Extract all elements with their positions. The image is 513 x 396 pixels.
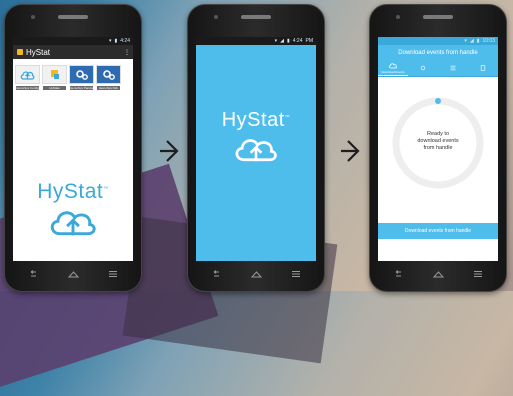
arrow-right-icon xyxy=(341,140,360,162)
wifi-icon: ▾ xyxy=(274,38,278,44)
phone-speaker xyxy=(423,15,453,19)
logo-trademark: ™ xyxy=(284,114,291,121)
hystat-logo: HyStat™ xyxy=(13,180,133,244)
splash-screen: ▾ ◢ ▮ 4:24 PM HyStat™ xyxy=(196,37,316,261)
gears-icon xyxy=(69,65,94,84)
tile-label: HemoSys Config xyxy=(16,86,39,90)
splash-logo: HyStat™ xyxy=(196,109,316,170)
home-button[interactable] xyxy=(429,268,447,280)
gear-icon xyxy=(420,65,426,71)
status-bar: ▾ ◢ ▮ 4:24 PM xyxy=(196,37,316,45)
phone-speaker xyxy=(58,15,88,19)
menu-button[interactable] xyxy=(287,268,305,280)
back-button[interactable] xyxy=(24,268,42,280)
phone-download-screen: ▾ ◢ ▮ 10:03 Download events from handle … xyxy=(369,4,507,292)
app-icon xyxy=(17,49,23,55)
action-bar: HyStat ⋮ xyxy=(13,45,133,59)
tile-hemosys-d2l[interactable]: HemoSys D2L xyxy=(96,65,121,90)
battery-icon: ▮ xyxy=(476,38,480,44)
wifi-icon: ▾ xyxy=(464,38,467,44)
tile-label: HyStats xyxy=(43,86,66,90)
cloud-upload-icon xyxy=(235,139,277,162)
wifi-icon: ▾ xyxy=(108,38,112,44)
nav-bar xyxy=(196,265,316,283)
nav-bar xyxy=(13,265,133,283)
status-time: 4:24 xyxy=(292,38,303,44)
info-icon xyxy=(480,65,486,71)
phone-speaker xyxy=(241,15,271,19)
logo-trademark: ™ xyxy=(103,186,109,192)
download-screen: ▾ ◢ ▮ 10:03 Download events from handle … xyxy=(378,37,498,261)
page-title: Download events from handle xyxy=(378,45,498,61)
menu-button[interactable] xyxy=(469,268,487,280)
arrow-right-icon xyxy=(160,140,179,162)
app-title: HyStat xyxy=(26,47,51,57)
home-screen: ▾ ▮ 4:24 HyStat ⋮ HemoSys Config HyStats… xyxy=(13,37,133,261)
tile-label: HemoSys D2L xyxy=(97,86,120,90)
hystat-square-icon xyxy=(42,65,67,84)
status-time: 4:24 xyxy=(120,38,130,44)
status-time: 10:03 xyxy=(482,38,495,44)
tab-4[interactable] xyxy=(468,61,498,76)
progress-status: Ready to download events from handle xyxy=(378,131,498,152)
cloud-download-icon xyxy=(389,62,397,68)
back-button[interactable] xyxy=(389,268,407,280)
phone-camera xyxy=(396,15,400,19)
home-button[interactable] xyxy=(64,268,82,280)
status-bar: ▾ ◢ ▮ 10:03 xyxy=(378,37,498,45)
tab-2[interactable] xyxy=(408,61,438,76)
battery-icon: ▮ xyxy=(287,38,290,44)
nav-bar xyxy=(378,265,498,283)
cloud-upload-icon xyxy=(50,211,96,236)
tab-bar: Download Events xyxy=(378,61,498,77)
back-button[interactable] xyxy=(207,268,225,280)
home-button[interactable] xyxy=(247,268,265,280)
progress-indicator xyxy=(435,98,441,104)
logo-text: HyStat xyxy=(37,180,104,203)
tab-3[interactable] xyxy=(438,61,468,76)
tile-hemosys-config[interactable]: HemoSys Config xyxy=(15,65,40,90)
battery-icon: ▮ xyxy=(114,38,118,44)
overflow-menu-icon[interactable]: ⋮ xyxy=(124,49,130,56)
logo-text: HyStat xyxy=(221,109,285,131)
phone-camera xyxy=(31,15,35,19)
status-line: Ready to xyxy=(426,131,449,137)
tab-download-events[interactable]: Download Events xyxy=(378,61,408,76)
tile-label: HemoSys Pandora/DL4 xyxy=(70,86,93,90)
phone-splash-screen: ▾ ◢ ▮ 4:24 PM HyStat™ xyxy=(187,4,325,292)
app-tiles: HemoSys Config HyStats HemoSys Pando Hem… xyxy=(13,59,133,90)
gears-icon xyxy=(96,65,121,84)
status-line: from handle xyxy=(423,145,453,151)
menu-button[interactable] xyxy=(104,268,122,280)
status-bar: ▾ ▮ 4:24 xyxy=(13,37,133,45)
phone-camera xyxy=(214,15,218,19)
status-line: download events xyxy=(417,138,459,144)
signal-icon: ◢ xyxy=(469,38,474,44)
signal-icon: ◢ xyxy=(280,38,284,44)
download-events-button[interactable]: Download events from handle xyxy=(378,223,498,239)
cloud-upload-icon xyxy=(15,65,40,84)
tile-hemosys-pandora[interactable]: HemoSys Pandora/DL4 xyxy=(69,65,94,90)
status-suffix: PM xyxy=(305,38,314,44)
tab-label: Download Events xyxy=(381,69,405,74)
list-icon xyxy=(450,65,456,71)
phone-home-screen: ▾ ▮ 4:24 HyStat ⋮ HemoSys Config HyStats… xyxy=(4,4,142,292)
tile-hystats[interactable]: HyStats xyxy=(42,65,67,90)
